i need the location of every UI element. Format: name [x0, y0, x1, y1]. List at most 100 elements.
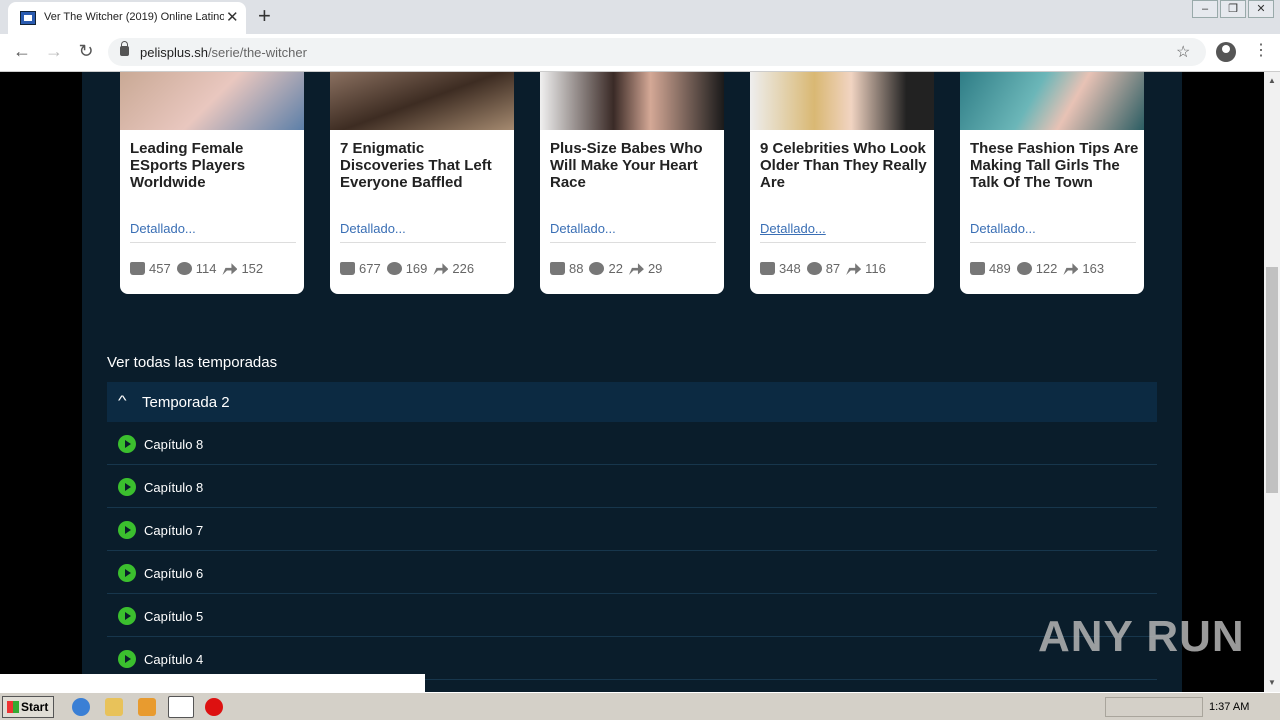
promo-card[interactable]: Leading Female ESports Players Worldwide…: [120, 72, 304, 294]
kebab-menu-icon[interactable]: ⋮: [1253, 40, 1269, 60]
play-icon[interactable]: [118, 650, 136, 668]
url-text[interactable]: pelisplus.sh/serie/the-witcher: [140, 45, 307, 60]
card-image[interactable]: [120, 72, 304, 130]
share-count: 29: [647, 261, 663, 276]
episode-label[interactable]: Capítulo 4: [144, 652, 203, 667]
card-more-link[interactable]: Detallado...: [130, 221, 196, 236]
card-divider: [550, 242, 716, 243]
card-more-link[interactable]: Detallado...: [970, 221, 1036, 236]
episode-label[interactable]: Capítulo 8: [144, 437, 203, 452]
thumbs-up-icon: [340, 262, 355, 275]
card-divider: [130, 242, 296, 243]
scroll-up-icon[interactable]: ▲: [1268, 76, 1276, 85]
like-count: 457: [149, 261, 171, 276]
os-taskbar: Start 1:37 AM: [0, 692, 1280, 720]
chrome-taskbar-button[interactable]: [168, 696, 194, 718]
card-image[interactable]: [540, 72, 724, 130]
card-title[interactable]: Plus-Size Babes Who Will Make Your Heart…: [550, 140, 720, 191]
vertical-scrollbar[interactable]: ▲ ▼: [1264, 72, 1280, 692]
season-label: Temporada 2: [142, 394, 230, 411]
start-button[interactable]: Start: [2, 696, 54, 718]
close-window-icon[interactable]: ✕: [1248, 0, 1274, 18]
like-count: 677: [359, 261, 381, 276]
comment-count: 122: [1035, 261, 1058, 276]
address-bar[interactable]: pelisplus.sh/serie/the-witcher ☆: [108, 38, 1206, 66]
play-icon[interactable]: [118, 435, 136, 453]
thumbs-up-icon: [550, 262, 565, 275]
share-count: 163: [1082, 261, 1105, 276]
card-more-link[interactable]: Detallado...: [340, 221, 406, 236]
card-image[interactable]: [960, 72, 1144, 130]
tab-strip: Ver The Witcher (2019) Online Latino ✕ +…: [0, 0, 1280, 34]
card-image[interactable]: [750, 72, 934, 130]
forward-arrow-icon[interactable]: →: [42, 41, 66, 62]
close-tab-icon[interactable]: ✕: [226, 8, 239, 26]
bookmark-star-icon[interactable]: ☆: [1176, 42, 1190, 62]
comment-icon: [176, 262, 192, 275]
card-divider: [340, 242, 506, 243]
promo-card[interactable]: Plus-Size Babes Who Will Make Your Heart…: [540, 72, 724, 294]
comment-icon: [386, 262, 402, 275]
play-icon[interactable]: [118, 564, 136, 582]
card-stats: 348 87 116: [760, 261, 886, 276]
share-icon: [222, 263, 238, 275]
thumbs-up-icon: [970, 262, 985, 275]
card-title[interactable]: Leading Female ESports Players Worldwide: [130, 140, 300, 191]
lock-icon: [120, 41, 129, 56]
episode-label[interactable]: Capítulo 5: [144, 609, 203, 624]
share-count: 226: [452, 261, 475, 276]
media-player-icon[interactable]: [138, 698, 156, 716]
like-count: 348: [779, 261, 801, 276]
comment-icon: [589, 262, 605, 275]
episode-row[interactable]: Capítulo 6: [107, 551, 1157, 594]
scrollbar-thumb[interactable]: [1266, 267, 1278, 493]
scroll-down-icon[interactable]: ▼: [1268, 678, 1276, 687]
window-controls: – ❐ ✕: [1190, 0, 1274, 18]
card-title[interactable]: 7 Enigmatic Discoveries That Left Everyo…: [340, 140, 510, 191]
episode-row[interactable]: Capítulo 8: [107, 465, 1157, 508]
season-accordion-header[interactable]: ^ Temporada 2: [107, 382, 1157, 422]
browser-toolbar: ← → ↻ pelisplus.sh/serie/the-witcher ☆ ⋮: [0, 34, 1280, 72]
stop-icon[interactable]: [205, 698, 223, 716]
comment-count: 169: [405, 261, 428, 276]
folder-icon[interactable]: [105, 698, 123, 716]
play-icon[interactable]: [118, 478, 136, 496]
browser-tab[interactable]: Ver The Witcher (2019) Online Latino ✕: [8, 2, 246, 34]
card-more-link[interactable]: Detallado...: [550, 221, 616, 236]
card-image[interactable]: [330, 72, 514, 130]
comment-icon: [806, 262, 822, 275]
ie-icon[interactable]: [72, 698, 90, 716]
episode-row[interactable]: Capítulo 5: [107, 594, 1157, 637]
share-icon: [846, 263, 862, 275]
comment-count: 22: [608, 261, 623, 276]
episode-label[interactable]: Capítulo 6: [144, 566, 203, 581]
account-icon[interactable]: [1216, 42, 1236, 62]
minimize-icon[interactable]: –: [1192, 0, 1218, 18]
episode-label[interactable]: Capítulo 7: [144, 523, 203, 538]
promo-card[interactable]: 9 Celebrities Who Look Older Than They R…: [750, 72, 934, 294]
new-tab-button[interactable]: +: [258, 4, 271, 28]
card-title[interactable]: These Fashion Tips Are Making Tall Girls…: [970, 140, 1140, 191]
card-title[interactable]: 9 Celebrities Who Look Older Than They R…: [760, 140, 930, 191]
episode-row[interactable]: Capítulo 8: [107, 422, 1157, 465]
play-icon[interactable]: [118, 607, 136, 625]
back-arrow-icon[interactable]: ←: [10, 41, 34, 62]
episode-label[interactable]: Capítulo 8: [144, 480, 203, 495]
comment-count: 87: [825, 261, 841, 276]
like-count: 88: [569, 261, 584, 276]
tab-title: Ver The Witcher (2019) Online Latino: [44, 11, 224, 23]
system-tray: [1105, 697, 1203, 717]
play-icon[interactable]: [118, 521, 136, 539]
promo-card[interactable]: 7 Enigmatic Discoveries That Left Everyo…: [330, 72, 514, 294]
chevron-up-icon: ^: [118, 392, 127, 408]
clock: 1:37 AM: [1209, 701, 1250, 713]
thumbs-up-icon: [130, 262, 145, 275]
watermark-logo: ANY RUN: [1038, 612, 1245, 661]
comment-icon: [1016, 262, 1032, 275]
card-more-link[interactable]: Detallado...: [760, 221, 826, 236]
episode-row[interactable]: Capítulo 7: [107, 508, 1157, 551]
site-favicon-icon: [20, 11, 36, 25]
promo-card[interactable]: These Fashion Tips Are Making Tall Girls…: [960, 72, 1144, 294]
restore-icon[interactable]: ❐: [1220, 0, 1246, 18]
reload-icon[interactable]: ↻: [74, 41, 98, 62]
